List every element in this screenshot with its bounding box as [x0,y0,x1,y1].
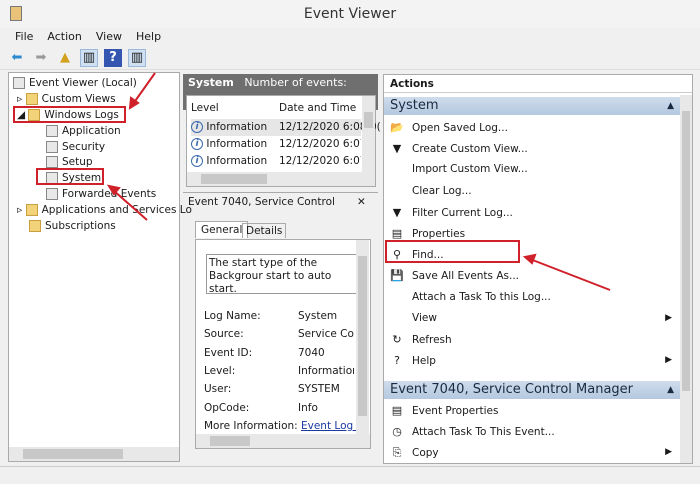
annotation-arrows [106,72,611,291]
